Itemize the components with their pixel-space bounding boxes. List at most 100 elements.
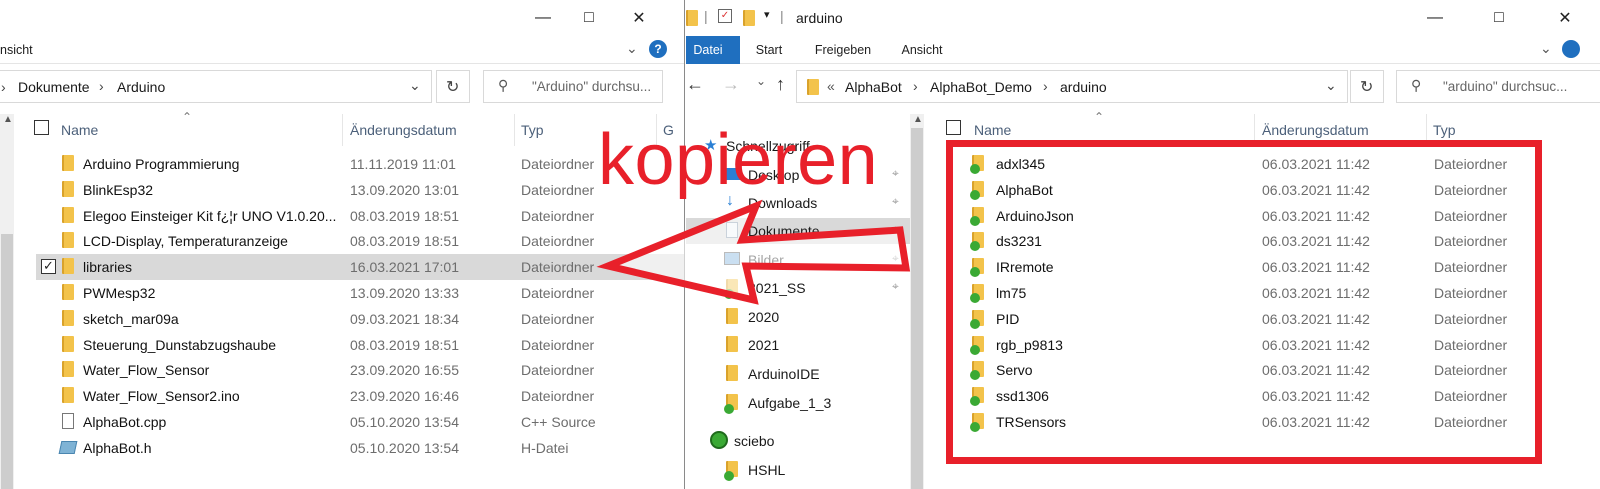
column-type[interactable]: Typ bbox=[1433, 122, 1456, 138]
breadcrumb-alphabot[interactable]: AlphaBot bbox=[845, 79, 902, 95]
forward-button[interactable]: → bbox=[722, 74, 740, 95]
file-type: H-Datei bbox=[521, 439, 569, 456]
left-explorer-window: — □ ✕ nsicht ⌄ ? › Dokumente › Arduino ⌄… bbox=[0, 0, 685, 489]
breadcrumb-arduino[interactable]: Arduino bbox=[117, 79, 165, 95]
nav-item[interactable]: 2021 bbox=[686, 332, 910, 358]
sync-status-icon bbox=[724, 404, 734, 414]
help-icon[interactable]: ? bbox=[649, 40, 667, 58]
search-input[interactable]: ⚲ "arduino" durchsuc... bbox=[1396, 70, 1600, 103]
scrollbar-thumb[interactable] bbox=[1, 234, 13, 489]
toolbar-separator: | bbox=[780, 8, 784, 24]
file-name: Steuerung_Dunstabzugshaube bbox=[83, 336, 277, 353]
address-bar[interactable]: « AlphaBot › AlphaBot_Demo › arduino ⌄ bbox=[796, 70, 1348, 103]
nav-item-label: HSHL bbox=[748, 462, 786, 478]
table-row[interactable]: Steuerung_Dunstabzugshaube 08.03.2019 18:… bbox=[36, 332, 684, 358]
pin-icon[interactable]: ⌖ bbox=[892, 166, 899, 181]
maximize-button[interactable]: □ bbox=[566, 0, 612, 36]
left-address-row: › Dokumente › Arduino ⌄ ↻ ⚲ "Arduino" du… bbox=[0, 66, 684, 110]
left-nav-scrollbar[interactable]: ▲ bbox=[0, 114, 14, 489]
scroll-up-icon[interactable]: ▲ bbox=[913, 114, 923, 125]
breadcrumb-overflow[interactable]: « bbox=[827, 78, 835, 94]
table-row[interactable]: BlinkEsp32 13.09.2020 13:01 Dateiordner bbox=[36, 177, 684, 203]
folder-icon bbox=[726, 308, 738, 324]
chevron-down-icon[interactable]: ⌄ bbox=[1325, 77, 1337, 94]
left-column-header: Name ⌃ Änderungsdatum Typ G bbox=[14, 110, 684, 146]
minimize-button[interactable]: — bbox=[1412, 0, 1458, 36]
address-bar[interactable]: › Dokumente › Arduino ⌄ bbox=[0, 70, 432, 103]
quick-access-dropdown-icon[interactable]: ▾ bbox=[764, 8, 770, 21]
refresh-button[interactable]: ↻ bbox=[436, 70, 470, 103]
table-row[interactable]: Water_Flow_Sensor 23.09.2020 16:55 Dateior… bbox=[36, 357, 684, 383]
chevron-right-icon[interactable]: › bbox=[1043, 78, 1048, 94]
breadcrumb-alphabot-demo[interactable]: AlphaBot_Demo bbox=[930, 79, 1032, 95]
properties-icon[interactable]: ✓ bbox=[718, 9, 732, 23]
scroll-up-icon[interactable]: ▲ bbox=[3, 114, 13, 125]
refresh-button[interactable]: ↻ bbox=[1350, 70, 1384, 103]
pin-icon[interactable]: ⌖ bbox=[892, 222, 899, 237]
nav-item[interactable]: HSHL bbox=[686, 457, 910, 483]
nav-item[interactable]: 2021_SS ⌖ bbox=[686, 275, 910, 301]
minimize-button[interactable]: — bbox=[520, 0, 566, 36]
table-row[interactable]: AlphaBot.h 05.10.2020 13:54 H-Datei bbox=[36, 435, 684, 461]
table-row[interactable]: sketch_mar09a 09.03.2021 18:34 Dateiordner bbox=[36, 306, 684, 332]
back-button[interactable]: ← bbox=[686, 74, 704, 95]
maximize-button[interactable]: □ bbox=[1476, 0, 1522, 36]
ribbon-expand-icon[interactable]: ⌄ bbox=[626, 40, 638, 57]
table-row[interactable]: Arduino Programmierung 11.11.2019 11:01 Da… bbox=[36, 151, 684, 177]
table-row[interactable]: Elegoo Einsteiger Kit f¿¦r UNO V1.0.20..… bbox=[36, 203, 684, 229]
sort-up-icon: ⌃ bbox=[1094, 110, 1105, 124]
column-name[interactable]: Name bbox=[61, 122, 98, 138]
folder-icon bbox=[62, 309, 74, 326]
file-date: 13.09.2020 13:01 bbox=[350, 181, 459, 198]
pin-icon[interactable]: ⌖ bbox=[892, 279, 899, 294]
nav-item[interactable]: Dokumente ⌖ bbox=[686, 218, 910, 244]
chevron-down-icon[interactable]: ⌄ bbox=[409, 77, 421, 94]
row-checkbox[interactable]: ✓ bbox=[41, 258, 56, 275]
help-icon[interactable] bbox=[1562, 40, 1580, 58]
annotation-label: kopieren bbox=[598, 120, 879, 200]
table-row[interactable]: Water_Flow_Sensor2.ino 23.09.2020 16:46 Da… bbox=[36, 383, 684, 409]
up-button[interactable]: ↑ bbox=[776, 74, 785, 95]
refresh-icon: ↻ bbox=[446, 79, 460, 96]
new-folder-icon[interactable] bbox=[743, 10, 755, 26]
select-all-checkbox[interactable] bbox=[34, 120, 49, 135]
pin-icon[interactable]: ⌖ bbox=[892, 251, 899, 266]
nav-item[interactable]: sciebo bbox=[686, 428, 910, 454]
nav-item[interactable]: Aufgabe_1_3 bbox=[686, 390, 910, 416]
column-date[interactable]: Änderungsdatum bbox=[350, 122, 457, 138]
tab-ansicht[interactable]: Ansicht bbox=[894, 36, 950, 64]
column-name[interactable]: Name bbox=[974, 122, 1011, 138]
right-address-row: ← → ⌄ ↑ « AlphaBot › AlphaBot_Demo › ard… bbox=[686, 66, 1600, 110]
table-row[interactable]: AlphaBot.cpp 05.10.2020 13:54 C++ Source bbox=[36, 409, 684, 435]
nav-scrollbar[interactable]: ▲ bbox=[910, 114, 924, 489]
nav-item[interactable]: 2020 bbox=[686, 304, 910, 330]
tab-start[interactable]: Start bbox=[746, 36, 792, 64]
table-row[interactable]: LCD-Display, Temperaturanzeige 08.03.2019… bbox=[36, 228, 684, 254]
file-name: AlphaBot.cpp bbox=[83, 414, 167, 430]
ribbon-expand-icon[interactable]: ⌄ bbox=[1540, 40, 1552, 57]
pin-icon[interactable]: ⌖ bbox=[892, 194, 899, 209]
column-type[interactable]: Typ bbox=[521, 122, 544, 138]
select-all-checkbox[interactable] bbox=[946, 120, 961, 135]
search-input[interactable]: ⚲ "Arduino" durchsu... bbox=[483, 70, 663, 103]
tab-datei[interactable]: Datei bbox=[686, 36, 740, 64]
column-date[interactable]: Änderungsdatum bbox=[1262, 122, 1369, 138]
folder-icon bbox=[62, 180, 74, 197]
chevron-right-icon[interactable]: › bbox=[99, 78, 104, 94]
table-row[interactable]: PWMesp32 13.09.2020 13:33 Dateiordner bbox=[36, 280, 684, 306]
close-button[interactable]: ✕ bbox=[616, 0, 662, 36]
scrollbar-thumb[interactable] bbox=[911, 128, 923, 489]
nav-item[interactable]: ArduinoIDE bbox=[686, 361, 910, 387]
recent-locations-icon[interactable]: ⌄ bbox=[756, 74, 766, 88]
file-name: LCD-Display, Temperaturanzeige bbox=[83, 233, 288, 250]
folder-icon bbox=[62, 232, 74, 249]
table-row[interactable]: ✓ libraries 16.03.2021 17:01 Dateiordner bbox=[36, 254, 684, 281]
ribbon-tab-ansicht[interactable]: nsicht bbox=[0, 43, 33, 57]
breadcrumb-arduino[interactable]: arduino bbox=[1060, 79, 1107, 95]
nav-item[interactable]: Bilder ⌖ bbox=[686, 247, 910, 273]
breadcrumb-dokumente[interactable]: Dokumente bbox=[18, 79, 90, 95]
chevron-right-icon[interactable]: › bbox=[913, 78, 918, 94]
close-button[interactable]: ✕ bbox=[1542, 0, 1588, 36]
folder-icon bbox=[62, 361, 74, 378]
tab-freigeben[interactable]: Freigeben bbox=[808, 36, 878, 64]
